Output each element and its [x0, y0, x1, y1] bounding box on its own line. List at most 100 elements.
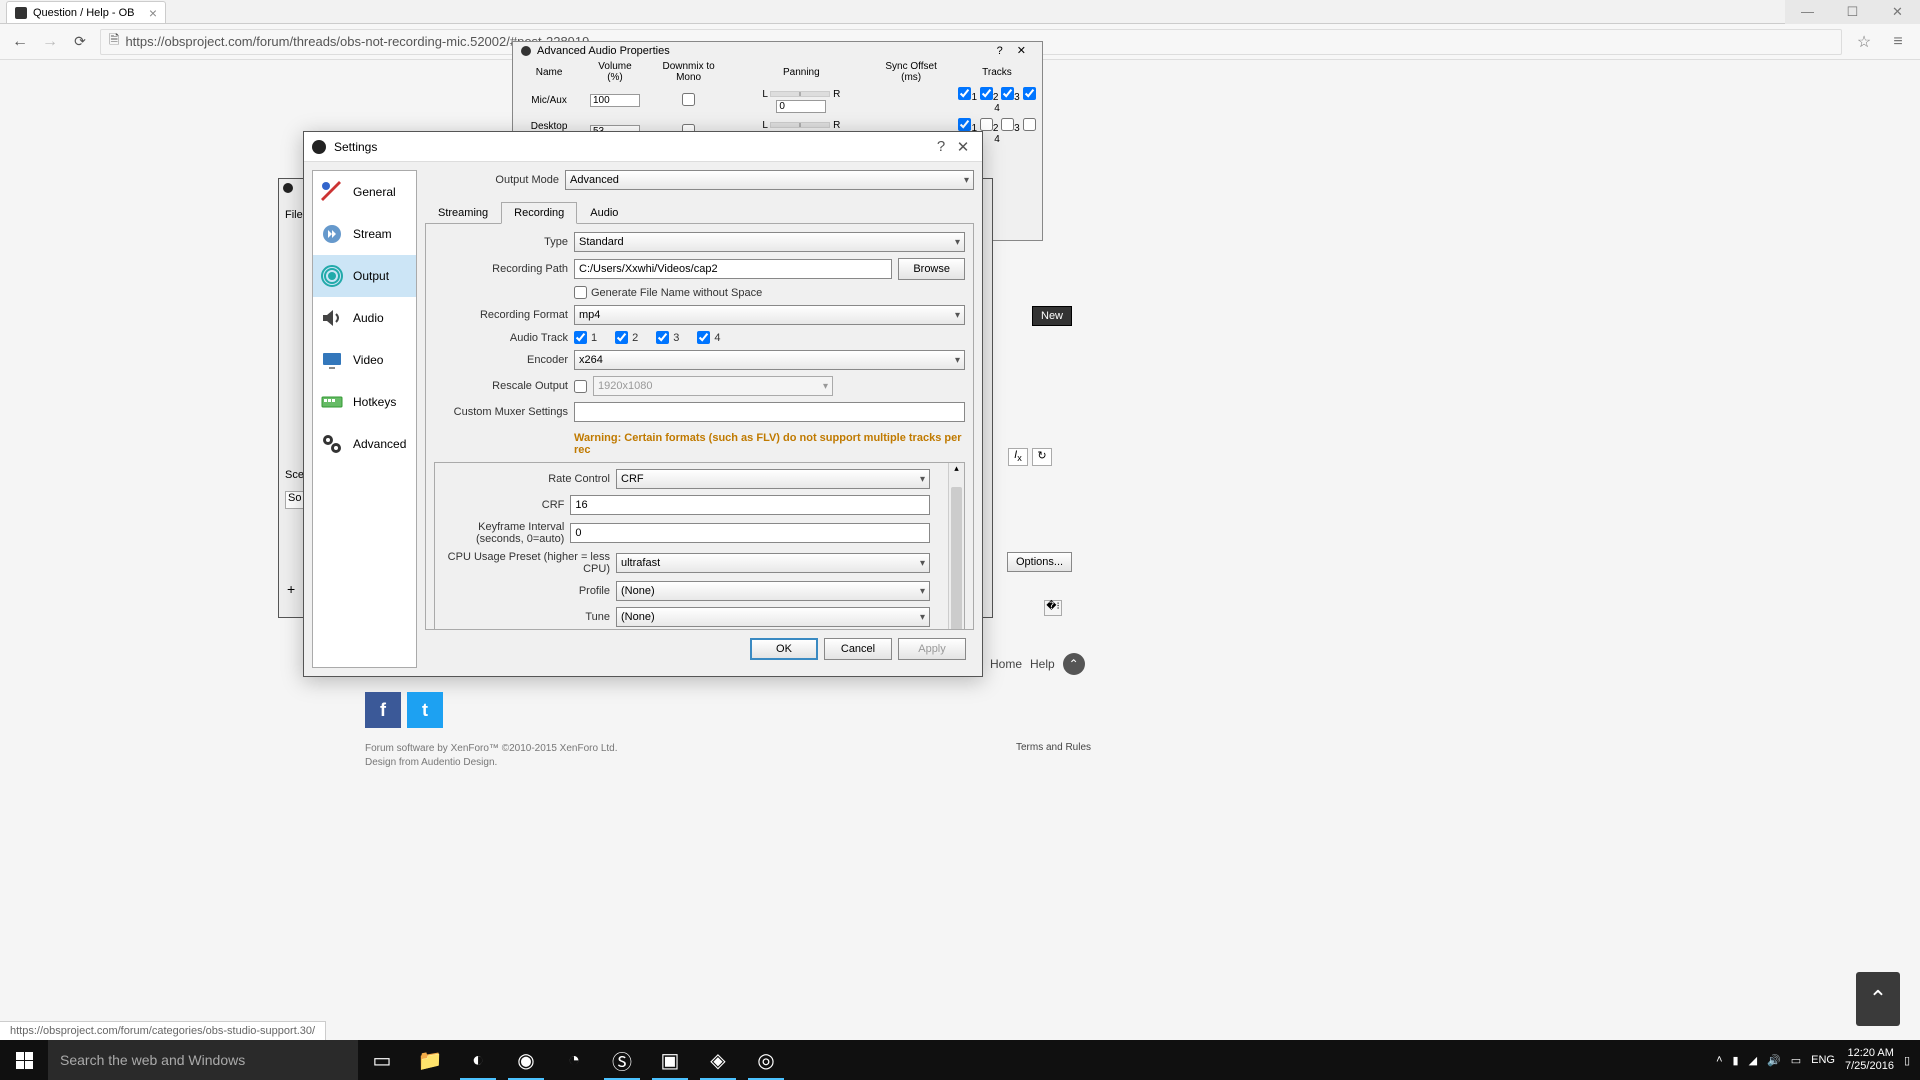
encoder-select[interactable]: x264: [574, 350, 965, 370]
track-2-checkbox[interactable]: [980, 87, 993, 100]
wifi-icon[interactable]: ◢: [1749, 1054, 1757, 1067]
track-2-checkbox[interactable]: [980, 118, 993, 131]
recording-tab-content: Type Standard Recording Path Browse Gene…: [425, 224, 974, 630]
sidebar-item-advanced[interactable]: Advanced: [313, 423, 416, 465]
tab-audio[interactable]: Audio: [577, 202, 631, 224]
col-name: Name: [513, 59, 585, 85]
logitech-icon[interactable]: ◔: [550, 1040, 598, 1080]
track-3-checkbox[interactable]: [1001, 118, 1014, 131]
page-scroll-top-button[interactable]: ⌃: [1856, 972, 1900, 1026]
sidebar-item-hotkeys[interactable]: Hotkeys: [313, 381, 416, 423]
volume-input[interactable]: [590, 94, 640, 107]
sidebar-item-audio[interactable]: Audio: [313, 297, 416, 339]
browser-tab[interactable]: Question / Help - OB ×: [6, 1, 166, 23]
crf-input[interactable]: [570, 495, 930, 515]
discord-icon[interactable]: ▣: [646, 1040, 694, 1080]
clear-format-icon[interactable]: Ix: [1008, 448, 1028, 466]
track-4-checkbox[interactable]: [1023, 118, 1036, 131]
browse-button[interactable]: Browse: [898, 258, 965, 280]
input-lang[interactable]: ENG: [1811, 1054, 1835, 1066]
nav-back-icon[interactable]: ←: [10, 33, 30, 51]
window-maximize-icon[interactable]: ☐: [1830, 0, 1875, 24]
sync-input[interactable]: [776, 100, 826, 113]
profile-select[interactable]: (None): [616, 581, 930, 601]
start-button[interactable]: [0, 1040, 48, 1080]
sidebar-item-output[interactable]: Output: [313, 255, 416, 297]
tab-streaming[interactable]: Streaming: [425, 202, 501, 224]
recording-path-input[interactable]: [574, 259, 892, 279]
gen-no-space-checkbox[interactable]: Generate File Name without Space: [574, 286, 768, 299]
window-close-icon[interactable]: ✕: [1875, 0, 1920, 24]
rate-control-select[interactable]: CRF: [616, 469, 930, 489]
pan-l: L: [762, 89, 767, 100]
scroll-thumb[interactable]: [951, 487, 962, 630]
nav-forward-icon[interactable]: →: [40, 33, 60, 51]
taskbar-search[interactable]: Search the web and Windows: [48, 1040, 358, 1080]
keyframe-input[interactable]: [570, 523, 930, 543]
twitter-icon[interactable]: t: [407, 692, 443, 728]
ok-button[interactable]: OK: [750, 638, 818, 660]
track-1-checkbox[interactable]: [958, 118, 971, 131]
chrome-menu-icon[interactable]: ≡: [1886, 33, 1910, 51]
action-center-icon[interactable]: ▭: [1791, 1054, 1801, 1067]
forum-social: f t: [365, 692, 443, 728]
encoder-scrollbar[interactable]: ▴ ▾: [948, 463, 964, 630]
notifications-icon[interactable]: ▯: [1904, 1054, 1910, 1067]
file-menu[interactable]: File: [285, 209, 303, 221]
sidebar-item-stream[interactable]: Stream: [313, 213, 416, 255]
tab-recording[interactable]: Recording: [501, 202, 577, 224]
audio-track-4-checkbox[interactable]: 4: [697, 331, 726, 344]
facebook-icon[interactable]: f: [365, 692, 401, 728]
format-select[interactable]: mp4: [574, 305, 965, 325]
battery-icon[interactable]: ▮: [1733, 1054, 1739, 1067]
sidebar-item-video[interactable]: Video: [313, 339, 416, 381]
downmix-checkbox[interactable]: [682, 93, 695, 106]
sidebar-item-general[interactable]: General: [313, 171, 416, 213]
taskbar-clock[interactable]: 12:20 AM 7/25/2016: [1845, 1047, 1894, 1073]
add-icon[interactable]: +: [287, 581, 295, 597]
cancel-button[interactable]: Cancel: [824, 638, 892, 660]
help-link[interactable]: Help: [1030, 657, 1055, 671]
tray-chevron-icon[interactable]: ˄: [1716, 1054, 1722, 1066]
pan-slider[interactable]: [770, 91, 830, 97]
refresh-icon[interactable]: ↻: [1032, 448, 1052, 466]
scroll-top-icon[interactable]: ⌃: [1063, 653, 1085, 675]
window-minimize-icon[interactable]: —: [1785, 0, 1830, 24]
dialog-close-icon[interactable]: ✕: [952, 138, 974, 156]
track-3-checkbox[interactable]: [1001, 87, 1014, 100]
volume-icon[interactable]: 🔊: [1767, 1054, 1781, 1067]
output-mode-select[interactable]: Advanced: [565, 170, 974, 190]
audio-track-1-checkbox[interactable]: 1: [574, 331, 603, 344]
tab-close-icon[interactable]: ×: [149, 5, 157, 21]
bookmark-star-icon[interactable]: ☆: [1852, 32, 1876, 52]
terms-link[interactable]: Terms and Rules: [1016, 742, 1091, 753]
pan-slider[interactable]: [770, 122, 830, 128]
muxer-input[interactable]: [574, 402, 965, 422]
path-label: Recording Path: [434, 263, 574, 275]
track-4-checkbox[interactable]: [1023, 87, 1036, 100]
track-1-checkbox[interactable]: [958, 87, 971, 100]
dialog-buttons: OK Cancel Apply: [425, 630, 974, 668]
options-button[interactable]: Options...: [1007, 552, 1072, 572]
obs-classic-icon[interactable]: ◎: [742, 1040, 790, 1080]
reload-icon[interactable]: ⟳: [70, 33, 90, 50]
file-explorer-icon[interactable]: 📁: [406, 1040, 454, 1080]
chrome-icon[interactable]: ◉: [502, 1040, 550, 1080]
rescale-checkbox[interactable]: [574, 380, 587, 393]
dialog-help-icon[interactable]: ?: [930, 138, 952, 155]
audio-track-2-checkbox[interactable]: 2: [615, 331, 644, 344]
tree-icon[interactable]: �⁝: [1044, 600, 1062, 616]
type-select[interactable]: Standard: [574, 232, 965, 252]
skype-icon[interactable]: Ⓢ: [598, 1040, 646, 1080]
steam-icon[interactable]: ◐: [454, 1040, 502, 1080]
audio-props-help-icon[interactable]: ?: [997, 45, 1003, 57]
cpu-preset-select[interactable]: ultrafast: [616, 553, 930, 573]
obs-studio-icon[interactable]: ◈: [694, 1040, 742, 1080]
scroll-up-icon[interactable]: ▴: [949, 463, 964, 475]
audio-props-close-icon[interactable]: ✕: [1017, 44, 1026, 57]
tune-select[interactable]: (None): [616, 607, 930, 627]
audio-track-3-checkbox[interactable]: 3: [656, 331, 685, 344]
rescale-label: Rescale Output: [434, 380, 574, 392]
task-view-icon[interactable]: ▭: [358, 1040, 406, 1080]
home-link[interactable]: Home: [990, 657, 1022, 671]
